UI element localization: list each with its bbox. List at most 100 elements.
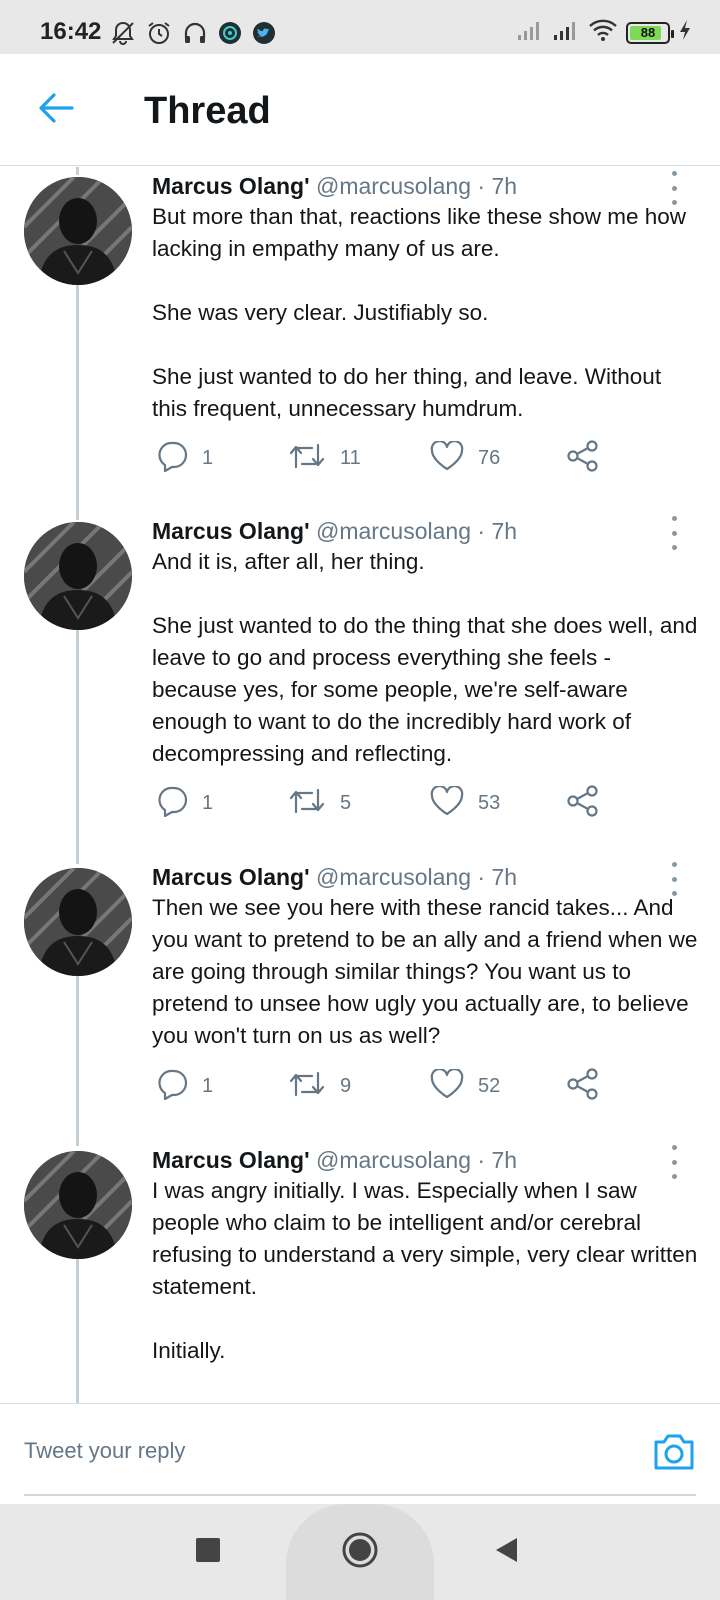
avatar[interactable] [24, 868, 132, 976]
retweet-icon [288, 786, 326, 821]
retweet-button[interactable]: 5 [288, 783, 351, 823]
page-title: Thread [144, 90, 271, 132]
tweet-actions: 1 9 52 [152, 1066, 622, 1106]
recents-button[interactable] [186, 1530, 230, 1574]
tweet-time: · 7h [477, 173, 518, 199]
avatar[interactable] [24, 177, 132, 285]
reply-count: 1 [202, 791, 214, 814]
reply-button[interactable]: 1 [156, 438, 213, 478]
thread-list[interactable]: Marcus Olang' @marcusolang · 7h But more… [0, 167, 720, 1403]
battery-level: 88 [640, 25, 656, 40]
more-options-icon[interactable] [664, 862, 684, 896]
arrow-left-icon [38, 92, 74, 129]
like-button[interactable]: 52 [430, 1066, 500, 1106]
tweet[interactable]: Marcus Olang' @marcusolang · 7h Then we … [0, 858, 720, 1146]
retweet-button[interactable]: 11 [288, 438, 361, 478]
back-triangle-icon [493, 1536, 519, 1569]
retweet-count: 9 [340, 1074, 352, 1097]
tweet[interactable]: Marcus Olang' @marcusolang · 7h But more… [0, 167, 720, 518]
thread-connector [76, 285, 79, 518]
like-button[interactable]: 53 [430, 783, 500, 823]
headphones-icon [182, 20, 208, 51]
avatar[interactable] [24, 522, 132, 630]
tweet[interactable]: Marcus Olang' @marcusolang · 7h And it i… [0, 512, 720, 864]
tweet-time: · 7h [477, 518, 518, 544]
signal-icon [516, 19, 544, 46]
signal-icon [552, 19, 580, 46]
tweet-header: Marcus Olang' @marcusolang · 7h [152, 864, 517, 891]
alarm-icon [146, 20, 172, 51]
like-button[interactable]: 76 [430, 438, 500, 478]
wifi-icon [588, 18, 618, 47]
avatar[interactable] [24, 1151, 132, 1259]
twitter-icon [252, 21, 276, 50]
like-count: 52 [478, 1074, 501, 1097]
home-circle-icon [341, 1531, 379, 1574]
tweet-time: · 7h [477, 1147, 518, 1173]
reply-count: 1 [202, 1074, 214, 1097]
author-handle[interactable]: @marcusolang [316, 864, 471, 890]
author-name[interactable]: Marcus Olang' [152, 1147, 310, 1173]
camera-icon [652, 1434, 696, 1476]
app-icon [218, 21, 242, 50]
reply-button[interactable]: 1 [156, 1066, 213, 1106]
battery-tip [671, 29, 674, 38]
tweet-text: And it is, after all, her thing. She jus… [152, 549, 698, 766]
more-options-icon[interactable] [664, 516, 684, 550]
more-options-icon[interactable] [664, 1145, 684, 1179]
tweet-header: Marcus Olang' @marcusolang · 7h [152, 518, 517, 545]
share-icon [566, 439, 600, 477]
author-handle[interactable]: @marcusolang [316, 518, 471, 544]
reply-icon [156, 785, 188, 822]
reply-icon [156, 1068, 188, 1105]
charging-icon [678, 19, 692, 46]
tweet-text: But more than that, reactions like these… [152, 204, 687, 421]
share-button[interactable] [566, 1066, 600, 1106]
like-count: 53 [478, 791, 501, 814]
author-name[interactable]: Marcus Olang' [152, 173, 310, 199]
tweet[interactable]: Marcus Olang' @marcusolang · 7h I was an… [0, 1141, 720, 1403]
notifications-off-icon [110, 20, 136, 51]
heart-icon [430, 439, 464, 476]
reply-count: 1 [202, 446, 214, 469]
tweet-actions: 1 5 53 [152, 783, 622, 823]
more-options-icon[interactable] [664, 171, 684, 205]
back-button[interactable] [34, 88, 78, 132]
author-handle[interactable]: @marcusolang [316, 173, 471, 199]
reply-input[interactable] [24, 1428, 624, 1474]
author-handle[interactable]: @marcusolang [316, 1147, 471, 1173]
retweet-count: 5 [340, 791, 352, 814]
camera-button[interactable] [652, 1432, 696, 1472]
tweet-text: Then we see you here with these rancid t… [152, 895, 698, 1048]
thread-connector [76, 976, 79, 1146]
reply-button[interactable]: 1 [156, 783, 213, 823]
retweet-count: 11 [340, 446, 361, 469]
heart-icon [430, 784, 464, 821]
heart-icon [430, 1067, 464, 1104]
author-name[interactable]: Marcus Olang' [152, 864, 310, 890]
thread-connector [76, 1259, 79, 1403]
home-button[interactable] [336, 1528, 384, 1576]
battery-icon: 88 [626, 21, 674, 44]
thread-connector [76, 518, 79, 520]
author-name[interactable]: Marcus Olang' [152, 518, 310, 544]
share-button[interactable] [566, 783, 600, 823]
retweet-icon [288, 441, 326, 476]
tweet-actions: 1 11 76 [152, 438, 622, 478]
tweet-header: Marcus Olang' @marcusolang · 7h [152, 173, 517, 200]
system-nav-bar [0, 1504, 720, 1600]
reply-icon [156, 440, 188, 477]
tweet-text: I was angry initially. I was. Especially… [152, 1178, 698, 1363]
thread-connector [76, 167, 79, 175]
retweet-icon [288, 1069, 326, 1104]
like-count: 76 [478, 446, 501, 469]
share-icon [566, 784, 600, 822]
back-nav-button[interactable] [484, 1530, 528, 1574]
retweet-button[interactable]: 9 [288, 1066, 351, 1106]
thread-connector [76, 630, 79, 864]
status-bar: 16:42 88 [0, 0, 720, 54]
header: Thread [0, 54, 720, 166]
reply-bar [0, 1403, 720, 1504]
status-icons-right: 88 [516, 18, 692, 47]
share-button[interactable] [566, 438, 600, 478]
